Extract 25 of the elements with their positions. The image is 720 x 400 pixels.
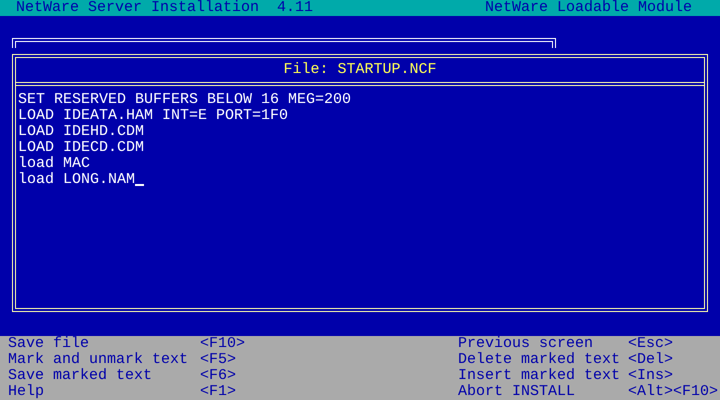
code-line: LOAD IDEHD.CDM	[18, 124, 144, 140]
code-line: LOAD IDECD.CDM	[18, 140, 144, 156]
key-hint: <F6>	[200, 368, 236, 384]
app-title: NetWare Server Installation 4.11	[16, 0, 314, 16]
key-hint: <Del>	[628, 352, 674, 368]
command-label: Save file	[8, 336, 90, 352]
key-hint: <F1>	[200, 384, 236, 400]
key-hint: <Esc>	[628, 336, 674, 352]
command-label: Help	[8, 384, 46, 400]
file-title: File: STARTUP.NCF	[283, 62, 437, 78]
key-hint: <Ins>	[628, 368, 674, 384]
code-line: SET RESERVED BUFFERS BELOW 16 MEG=200	[18, 92, 352, 108]
command-label: Abort INSTALL	[458, 384, 576, 400]
code-line: LOAD IDEATA.HAM INT=E PORT=1F0	[18, 108, 288, 124]
command-label: Insert marked text	[458, 368, 622, 384]
command-label: Delete marked text	[458, 352, 622, 368]
module-label: NetWare Loadable Module	[484, 0, 692, 16]
code-line: load LONG.NAM	[18, 172, 136, 188]
command-label: Mark and unmark text	[8, 352, 190, 368]
key-hint: <F5>	[200, 352, 236, 368]
command-label: Save marked text	[8, 368, 154, 384]
key-hint: <Alt><F10>	[628, 384, 718, 400]
command-label: Previous screen	[458, 336, 594, 352]
key-hint: <F10>	[200, 336, 246, 352]
code-line: load MAC	[18, 156, 90, 172]
